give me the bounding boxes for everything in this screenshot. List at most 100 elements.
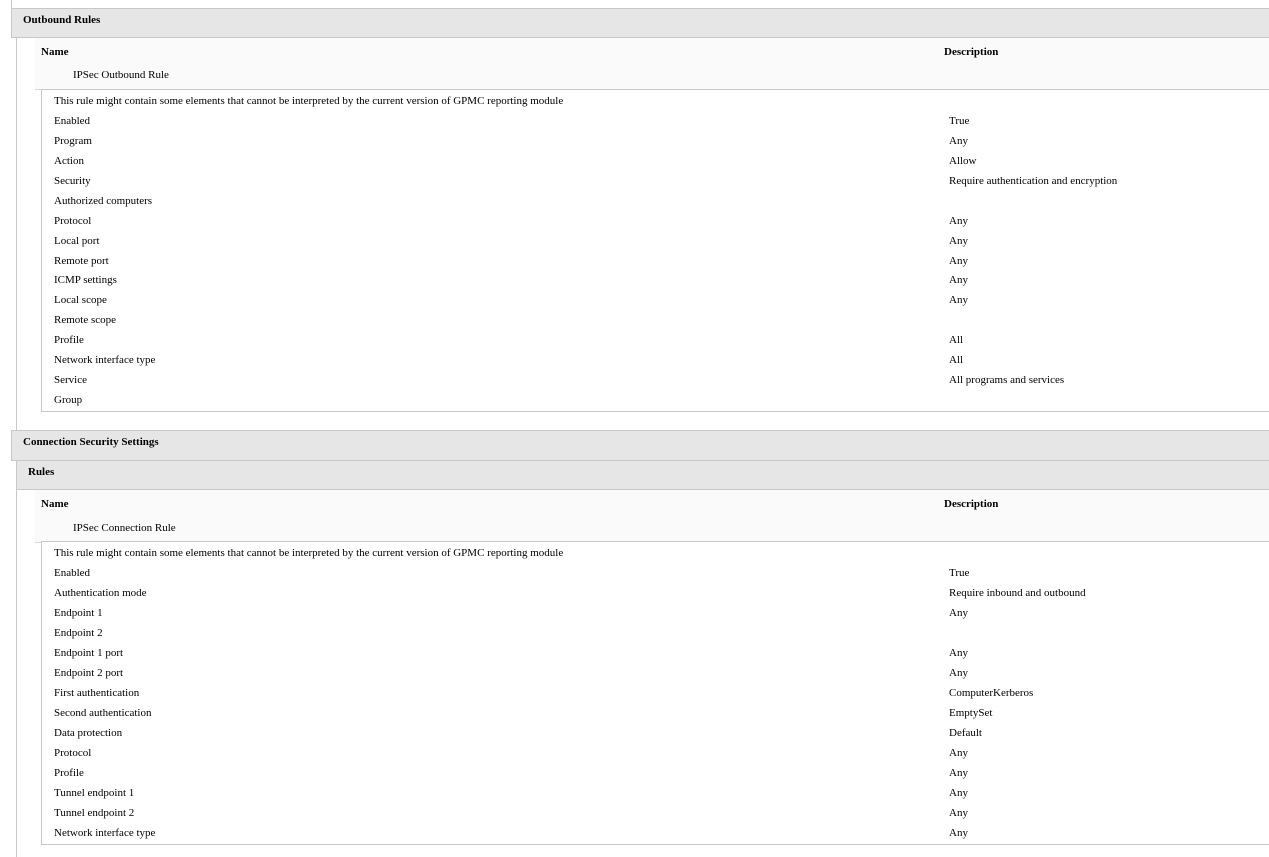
property-row: Protocol Any [42, 215, 1269, 235]
left-guide-line [16, 37, 17, 431]
property-label: Endpoint 1 port [54, 647, 124, 659]
property-label: Endpoint 2 port [54, 667, 124, 679]
property-label: Enabled [54, 115, 91, 127]
property-value: True [949, 115, 970, 127]
property-row: ICMP settings Any [42, 274, 1269, 294]
outbound-column-header: Name Description [35, 38, 1269, 65]
outbound-rule-note: This rule might contain some elements th… [54, 95, 564, 107]
property-row: Tunnel endpoint 2 Any [42, 807, 1269, 827]
property-value: Any [949, 254, 968, 267]
property-label: Local scope [54, 294, 107, 307]
property-label: Program [54, 134, 92, 147]
property-value: Any [949, 787, 968, 799]
connection-rule-name: IPSec Connection Rule [73, 522, 176, 534]
property-value: Default [949, 727, 982, 739]
property-row: Profile All [42, 334, 1269, 354]
property-label: Protocol [54, 747, 92, 759]
property-row: Group [42, 394, 1269, 414]
connection-rule-name-row[interactable]: IPSec Connection Rule [35, 517, 1269, 543]
property-row: Remote scope [42, 314, 1269, 334]
property-row: Endpoint 2 [42, 627, 1269, 647]
property-value: True [949, 567, 970, 579]
property-value: Any [949, 767, 968, 779]
property-row: Security Require authentication and encry… [42, 175, 1269, 195]
property-value: Any [949, 647, 968, 659]
outbound-rule-name: IPSec Outbound Rule [73, 69, 169, 81]
property-label: Remote scope [54, 314, 117, 327]
column-description-header: Description [944, 46, 999, 58]
property-row: Protocol Any [42, 747, 1269, 767]
column-name-header: Name [41, 46, 69, 58]
connection-security-title: Connection Security Settings [23, 436, 159, 448]
property-label: Network interface type [54, 354, 156, 367]
outbound-rules-header[interactable]: Outbound Rules [11, 8, 1269, 38]
property-row: Second authentication EmptySet [42, 707, 1269, 727]
property-value: Any [949, 827, 968, 839]
property-value: Any [949, 234, 968, 247]
property-row: Local port Any [42, 235, 1269, 255]
property-value: Any [949, 747, 968, 759]
property-label: Data protection [54, 727, 123, 739]
column-description-header: Description [944, 498, 999, 510]
property-label: ICMP settings [54, 274, 117, 287]
property-label: Enabled [54, 567, 91, 579]
property-label: Profile [54, 767, 84, 779]
property-value: ComputerKerberos [949, 687, 1034, 699]
property-row: Enabled True [42, 115, 1269, 135]
property-value: EmptySet [949, 707, 993, 719]
property-value: Any [949, 607, 968, 619]
property-label: Local port [54, 234, 100, 247]
property-row: Network interface type Any [42, 827, 1269, 847]
property-label: Tunnel endpoint 1 [54, 787, 135, 799]
left-guide-line [16, 460, 17, 857]
outbound-rule-name-row[interactable]: IPSec Outbound Rule [35, 64, 1269, 90]
property-label: Protocol [54, 214, 92, 227]
property-value: All programs and services [949, 374, 1065, 387]
property-row: Action Allow [42, 155, 1269, 175]
property-label: Authentication mode [54, 587, 147, 599]
property-row: Network interface type All [42, 354, 1269, 374]
property-value: Allow [949, 154, 977, 167]
property-row: Local scope Any [42, 294, 1269, 314]
property-label: Tunnel endpoint 2 [54, 807, 135, 819]
property-value: All [949, 334, 964, 347]
property-value: Any [949, 214, 968, 227]
column-name-header: Name [41, 498, 69, 510]
connection-rule-details: This rule might contain some elements th… [41, 541, 1269, 845]
property-value: Any [949, 294, 968, 307]
rules-subheader[interactable]: Rules [16, 460, 1269, 490]
connection-security-header[interactable]: Connection Security Settings [11, 430, 1269, 461]
property-row: Data protection Default [42, 727, 1269, 747]
property-row: Endpoint 1 Any [42, 607, 1269, 627]
property-row: Endpoint 2 port Any [42, 667, 1269, 687]
outbound-rule-details: This rule might contain some elements th… [41, 89, 1269, 412]
property-label: Group [54, 394, 83, 407]
property-value: Require inbound and outbound [949, 587, 1086, 599]
property-row: First authentication ComputerKerberos [42, 687, 1269, 707]
connection-rule-note: This rule might contain some elements th… [54, 547, 564, 559]
property-label: Remote port [54, 254, 109, 267]
property-label: Authorized computers [54, 194, 153, 207]
property-label: Service [54, 374, 87, 387]
property-row: Service All programs and services [42, 374, 1269, 394]
property-value: All [949, 354, 964, 367]
property-value: Any [949, 134, 968, 147]
property-row: Profile Any [42, 767, 1269, 787]
property-label: Endpoint 2 [54, 627, 103, 639]
property-label: Network interface type [54, 827, 156, 839]
property-row: Endpoint 1 port Any [42, 647, 1269, 667]
connection-column-header: Name Description [35, 490, 1269, 518]
property-label: Profile [54, 334, 84, 347]
property-label: Action [54, 154, 84, 167]
property-row: Authorized computers [42, 195, 1269, 215]
property-value: Require authentication and encryption [949, 174, 1118, 187]
property-label: Security [54, 174, 91, 187]
property-value: Any [949, 807, 968, 819]
property-row: Enabled True [42, 567, 1269, 587]
rules-subtitle: Rules [28, 466, 55, 478]
property-label: Endpoint 1 [54, 607, 103, 619]
property-row: Program Any [42, 135, 1269, 155]
outbound-rules-title: Outbound Rules [23, 14, 101, 26]
property-value: Any [949, 667, 968, 679]
property-label: Second authentication [54, 707, 152, 719]
